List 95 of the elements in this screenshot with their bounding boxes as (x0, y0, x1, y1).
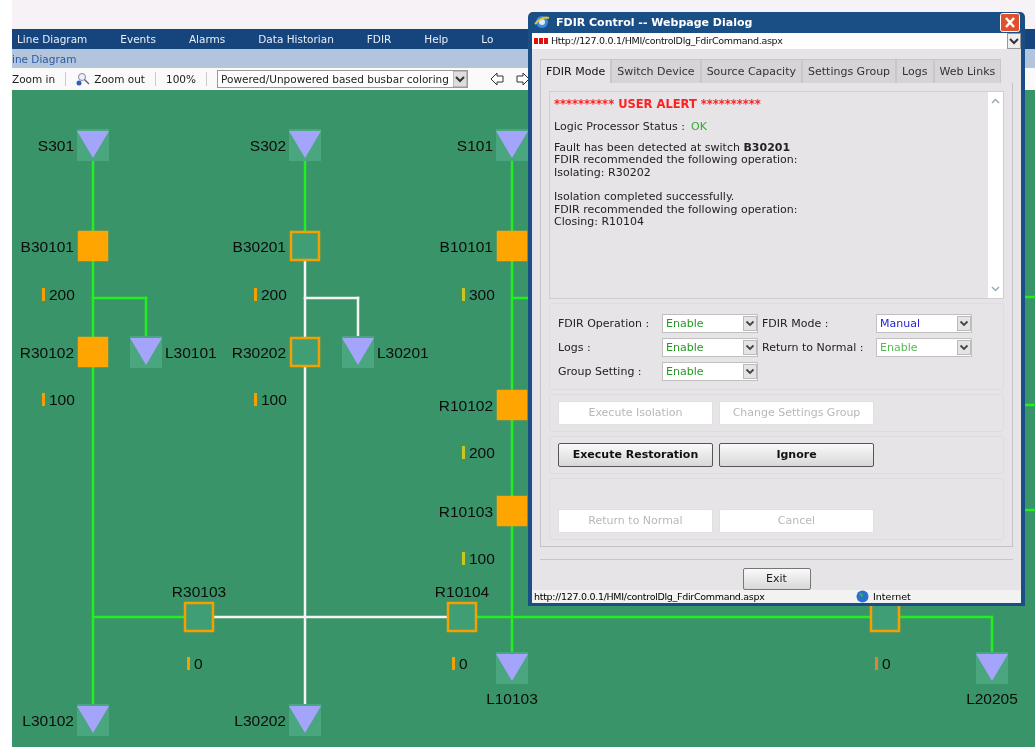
setting-label: FDIR Mode : (762, 316, 830, 330)
switch-label: R30202 (231, 344, 286, 361)
switch-label: B10101 (439, 238, 493, 255)
dialog-tab[interactable]: Switch Device (611, 58, 701, 83)
dialog-tab[interactable]: Logs (896, 58, 934, 83)
dialog-title: FDIR Control -- Webpage Dialog (556, 15, 754, 29)
source-icon[interactable] (289, 129, 321, 161)
current-value: 300 (469, 286, 495, 303)
switch-label: R10102 (438, 397, 493, 414)
zoom-out-icon (76, 72, 91, 86)
dialog-button[interactable]: Execute Restoration (558, 442, 713, 467)
exit-button[interactable]: Exit (742, 567, 811, 590)
current-value: 0 (882, 655, 891, 672)
message-line: Isolating: R30202 (554, 166, 652, 180)
status-zone: Internet (873, 590, 912, 602)
source-icon[interactable] (77, 129, 109, 161)
current-value: 100 (261, 391, 287, 408)
load-label: L10103 (486, 690, 538, 707)
close-icon[interactable] (1000, 12, 1020, 32)
menu-item[interactable]: Events (120, 33, 156, 45)
current-value: 200 (49, 286, 75, 303)
load-label: L20205 (966, 690, 1018, 707)
breadcrumb-link[interactable]: ine Diagram (12, 52, 77, 65)
load-icon[interactable] (289, 704, 321, 736)
setting-label: Return to Normal : (762, 340, 865, 354)
source-label: S301 (37, 137, 74, 154)
source-label: S302 (249, 137, 286, 154)
globe-icon (856, 589, 869, 603)
menu-item[interactable]: Help (424, 33, 449, 45)
dialog-tab[interactable]: FDIR Mode (540, 58, 612, 83)
logo-icon (534, 37, 548, 44)
scrollbar[interactable] (988, 91, 1003, 298)
arrow-left-icon[interactable] (489, 72, 504, 86)
dialog-tab[interactable]: Source Capacity (700, 58, 802, 83)
setting-dropdown[interactable]: Enable (662, 361, 758, 381)
setting-label: FDIR Operation : (558, 316, 651, 330)
message-line: Closing: R10104 (554, 216, 646, 229)
load-icon[interactable] (130, 336, 162, 368)
current-value: 100 (49, 391, 75, 408)
current-value: 100 (469, 550, 495, 567)
load-icon[interactable] (976, 652, 1008, 684)
source-icon[interactable] (496, 129, 528, 161)
load-icon[interactable] (496, 652, 528, 684)
menu-item[interactable]: Line Diagram (17, 33, 88, 45)
dropdown-caret-icon (743, 363, 757, 379)
setting-label: Group Setting : (558, 364, 643, 378)
switch-label: B30201 (232, 238, 286, 255)
switch-label: R30103 (171, 583, 227, 600)
load-label: L30202 (234, 712, 286, 729)
zoom-level: 100% (166, 73, 197, 85)
status-url: http://127.0.0.1/HMI/controlDlg_FdirCommand.aspx (534, 590, 766, 602)
load-label: L30101 (165, 344, 217, 361)
switch-label: R10104 (434, 583, 490, 600)
zoom-out-button[interactable]: Zoom out (94, 73, 145, 85)
status-label: Logic Processor Status : (554, 119, 685, 133)
load-icon[interactable] (342, 336, 374, 368)
message-line: Isolation completed successfully. (554, 191, 736, 204)
zoom-in-button[interactable]: Zoom in (12, 73, 56, 85)
menu-item[interactable]: Data Historian (258, 33, 334, 45)
dialog-tab[interactable]: Web Links (933, 58, 1002, 83)
menu-item[interactable]: Alarms (188, 33, 226, 45)
switch-label: R10103 (438, 503, 493, 520)
current-value: 0 (194, 655, 203, 672)
setting-dropdown[interactable]: Enable (662, 313, 758, 333)
setting-dropdown[interactable]: Manual (876, 313, 972, 333)
menu-item[interactable]: Lo (481, 33, 494, 45)
menu-item[interactable]: FDIR (366, 33, 392, 45)
switch-label: R30102 (19, 344, 74, 361)
load-label: L30201 (377, 344, 429, 361)
dropdown-caret-icon (452, 71, 467, 87)
dialog-button[interactable]: Ignore (719, 442, 874, 467)
dropdown-caret-icon (743, 315, 757, 331)
alert-heading: ********** USER ALERT ********** (554, 96, 762, 111)
dropdown-caret-icon[interactable] (1007, 32, 1021, 49)
current-value: 200 (469, 444, 495, 461)
switch-label: B30101 (20, 238, 74, 255)
load-label: L30102 (22, 712, 74, 729)
message-line: Fault has been detected at switch B30201 (554, 141, 792, 155)
current-value: 0 (459, 655, 468, 672)
source-label: S101 (456, 137, 493, 154)
load-icon[interactable] (77, 704, 109, 736)
dropdown-caret-icon (743, 339, 757, 355)
dialog-tab[interactable]: Settings Group (802, 58, 897, 83)
dropdown-caret-icon (957, 315, 971, 331)
arrow-right-icon[interactable] (515, 72, 530, 86)
setting-label: Logs : (558, 340, 592, 354)
message-line: FDIR recommended the following operation: (554, 154, 799, 167)
message-line: FDIR recommended the following operation: (554, 203, 799, 217)
setting-dropdown[interactable]: Enable (662, 337, 758, 357)
dropdown-caret-icon (957, 339, 971, 355)
address-text: Http://127.0.0.1/HMI/controlDlg_FdirCommand.aspx (551, 35, 784, 47)
coloring-dropdown[interactable]: Powered/Unpowered based busbar coloring (217, 70, 468, 88)
status-value: OK (691, 119, 707, 133)
current-value: 200 (261, 286, 287, 303)
browser-icon (534, 14, 550, 31)
